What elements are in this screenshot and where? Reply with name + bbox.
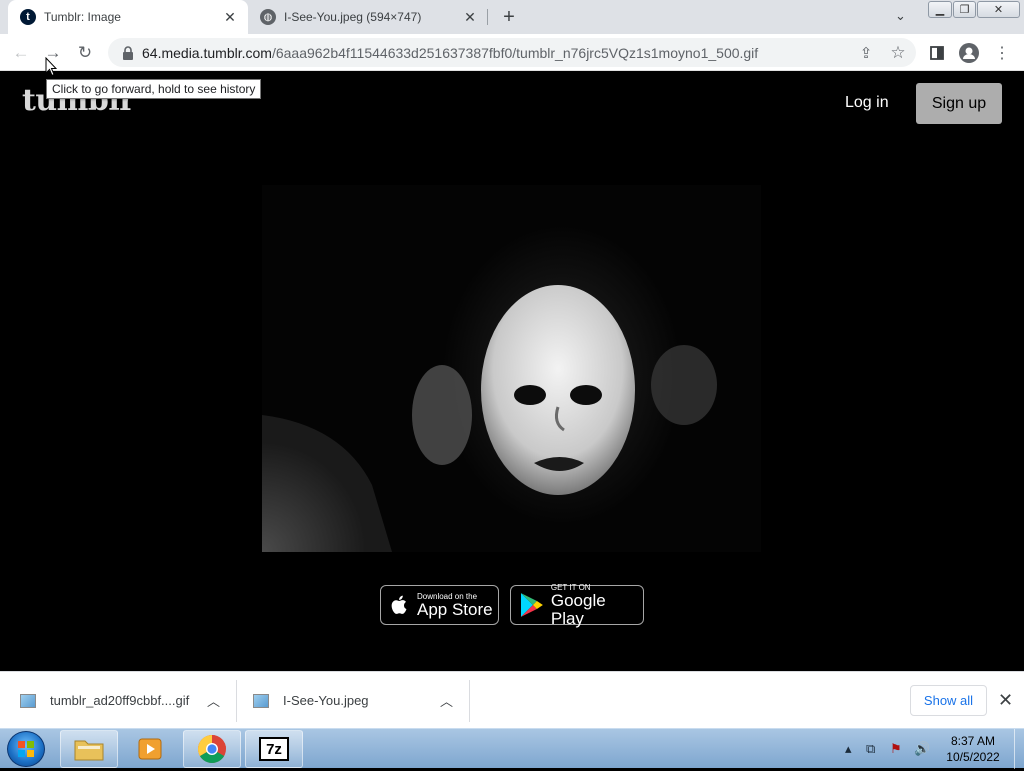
app-store-big-text: App Store — [417, 599, 493, 619]
tab-divider — [487, 9, 488, 25]
tab-i-see-you[interactable]: ◍ I-See-You.jpeg (594×747) ✕ — [248, 0, 488, 34]
download-filename: I-See-You.jpeg — [283, 693, 369, 708]
globe-icon: ◍ — [260, 9, 276, 25]
minimize-button[interactable]: ▁ — [928, 1, 952, 18]
google-play-icon — [520, 593, 543, 617]
apple-icon — [391, 595, 407, 614]
volume-icon[interactable]: 🔊 — [914, 741, 930, 757]
new-tab-plus-icon[interactable]: + — [498, 6, 520, 28]
side-panel-icon[interactable] — [925, 41, 949, 65]
gif-image — [262, 185, 761, 552]
restore-button[interactable]: ❐ — [953, 1, 976, 18]
google-play-text: GET IT ON Google Play — [551, 583, 643, 628]
bookmark-star-icon[interactable]: ☆ — [886, 41, 910, 65]
show-desktop-button[interactable] — [1014, 729, 1024, 769]
chevron-up-icon[interactable]: ︿ — [207, 691, 220, 710]
app-store-button[interactable]: Download on the App Store — [380, 585, 499, 625]
close-tab-icon[interactable]: ✕ — [462, 9, 478, 25]
browser-toolbar: ← → ↻ 64.media.tumblr.com/6aaa962b4f1154… — [0, 34, 1024, 71]
close-tab-icon[interactable]: ✕ — [222, 9, 238, 25]
action-center-flag-icon[interactable]: ⚑ — [890, 741, 902, 757]
download-item[interactable]: tumblr_ad20ff9cbbf....gif ︿ — [20, 672, 230, 729]
download-separator — [469, 680, 470, 722]
taskbar-7zip[interactable]: 7z — [245, 730, 303, 768]
app-store-text: Download on the App Store — [417, 592, 493, 619]
tumblr-icon: t — [20, 9, 36, 25]
show-all-button[interactable]: Show all — [910, 685, 987, 716]
profile-avatar-icon[interactable] — [957, 41, 981, 65]
windows-taskbar: 7z ▴ ⧉ ⚑ 🔊 8:37 AM 10/5/2022 — [0, 728, 1024, 769]
kebab-menu-icon[interactable]: ⋮ — [990, 41, 1014, 65]
lock-icon[interactable] — [122, 45, 134, 60]
network-icon[interactable]: ⧉ — [866, 741, 875, 757]
tab-strip: t Tumblr: Image ✕ ◍ I-See-You.jpeg (594×… — [0, 0, 1024, 34]
taskbar-chrome[interactable] — [183, 730, 241, 768]
image-file-icon — [253, 693, 269, 708]
7zip-icon: 7z — [259, 737, 289, 761]
google-play-button[interactable]: GET IT ON Google Play — [510, 583, 644, 628]
clock-date: 10/5/2022 — [946, 750, 1000, 764]
tab-search-chevron-icon[interactable]: ⌄ — [895, 8, 906, 24]
forward-tooltip: Click to go forward, hold to see history — [46, 79, 262, 99]
download-item[interactable]: I-See-You.jpeg ︿ — [253, 672, 463, 729]
address-bar[interactable]: 64.media.tumblr.com/6aaa962b4f11544633d2… — [108, 38, 916, 67]
log-in-button[interactable]: Log in — [845, 94, 889, 112]
sign-up-button[interactable]: Sign up — [916, 83, 1002, 124]
tab-title: Tumblr: Image — [44, 10, 121, 24]
tab-tumblr-image[interactable]: t Tumblr: Image ✕ — [8, 0, 248, 34]
page-content: tumblr Log in Sign up Download on the Ap… — [0, 71, 1024, 671]
reload-icon[interactable]: ↻ — [73, 41, 97, 65]
url-path: /6aaa962b4f11544633d251637387fbf0/tumblr… — [271, 44, 759, 61]
taskbar-file-explorer[interactable] — [60, 730, 118, 768]
image-file-icon — [20, 693, 36, 708]
url-host: 64.media.tumblr.com — [142, 44, 272, 61]
folder-icon — [74, 740, 104, 761]
download-filename: tumblr_ad20ff9cbbf....gif — [50, 693, 190, 708]
google-play-big-text: Google Play — [550, 590, 606, 628]
url-text: 64.media.tumblr.com/6aaa962b4f11544633d2… — [142, 45, 758, 61]
system-clock[interactable]: 8:37 AM 10/5/2022 — [938, 733, 1008, 765]
download-bar: tumblr_ad20ff9cbbf....gif ︿ I-See-You.jp… — [0, 671, 1024, 728]
media-player-icon — [138, 738, 162, 760]
clock-time: 8:37 AM — [950, 734, 996, 748]
close-download-bar-icon[interactable]: ✕ — [998, 690, 1013, 711]
close-window-button[interactable]: ✕ — [977, 1, 1020, 18]
taskbar-media-player[interactable] — [121, 730, 179, 768]
download-separator — [236, 680, 237, 722]
mouse-cursor-icon — [45, 57, 57, 77]
chrome-icon — [198, 735, 226, 763]
share-icon[interactable]: ⇪ — [854, 41, 878, 65]
back-arrow-icon[interactable]: ← — [9, 41, 33, 65]
show-hidden-icons-icon[interactable]: ▴ — [845, 741, 852, 757]
windows-logo-icon — [18, 741, 34, 757]
tab-title: I-See-You.jpeg (594×747) — [284, 10, 422, 24]
start-button[interactable] — [7, 731, 45, 767]
chevron-up-icon[interactable]: ︿ — [440, 691, 453, 710]
